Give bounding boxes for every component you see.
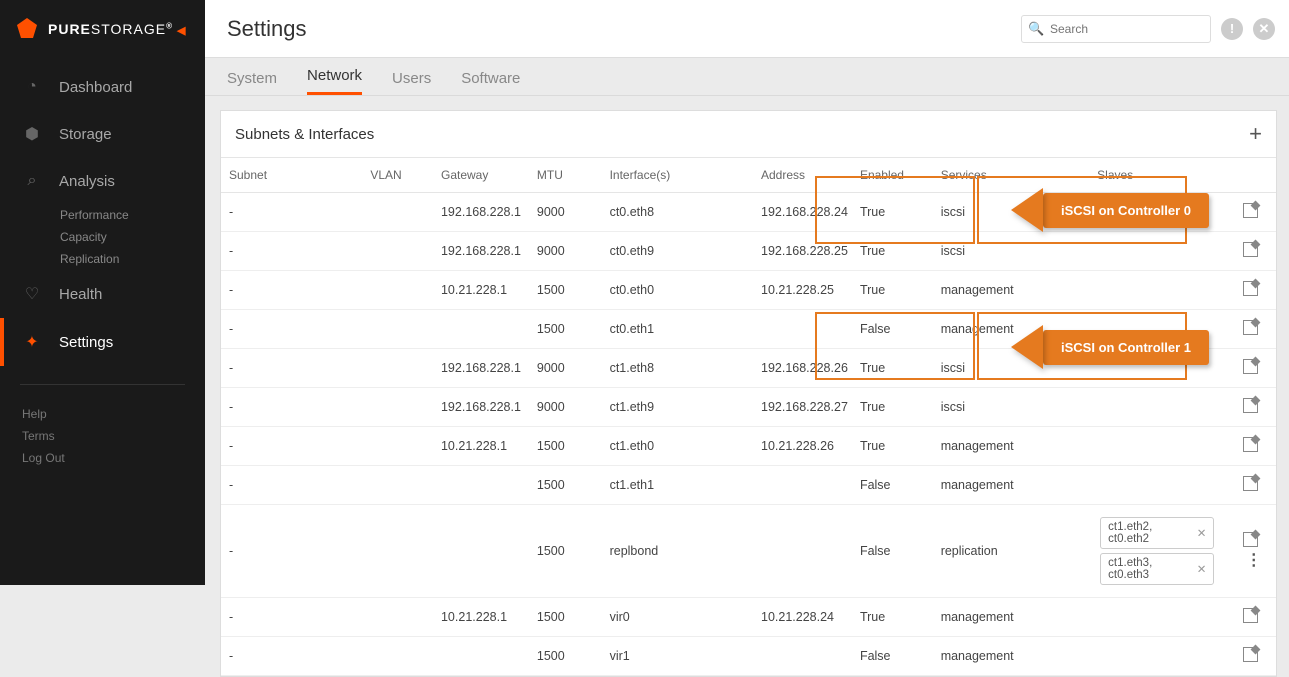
top-bar: Settings 🔍 ! ✕ [205,0,1289,58]
callout-controller-0: iSCSI on Controller 0 [1011,188,1209,232]
col-interface: Interface(s) [602,158,753,193]
page-title: Settings [227,16,307,42]
heart-icon: ♡ [22,284,42,304]
sidebar-link-help[interactable]: Help [22,403,183,425]
table-row: -1500ct1.eth1Falsemanagement [221,466,1276,505]
tab-system[interactable]: System [227,70,277,95]
callout-controller-1: iSCSI on Controller 1 [1011,325,1209,369]
slave-pill[interactable]: ct1.eth2, ct0.eth2 ✕ [1100,517,1214,549]
settings-tabs: System Network Users Software [205,58,1289,96]
search-input[interactable] [1021,15,1211,43]
sidebar-item-settings[interactable]: ✦Settings [0,318,205,366]
more-icon[interactable]: ⋮ [1246,550,1262,570]
interfaces-table: Subnet VLAN Gateway MTU Interface(s) Add… [221,158,1276,676]
remove-icon[interactable]: ✕ [1197,526,1207,540]
edit-icon[interactable] [1243,320,1258,335]
tab-software[interactable]: Software [461,70,520,95]
edit-icon[interactable] [1243,242,1258,257]
table-row: -10.21.228.11500ct0.eth010.21.228.25True… [221,271,1276,310]
edit-icon[interactable] [1243,203,1258,218]
sidebar-item-storage[interactable]: ⬢Storage [0,110,205,158]
brand-icon [14,16,40,42]
col-gateway: Gateway [433,158,529,193]
table-row: -10.21.228.11500ct1.eth010.21.228.26True… [221,427,1276,466]
col-enabled: Enabled [852,158,933,193]
sidebar-link-logout[interactable]: Log Out [22,447,183,469]
col-address: Address [753,158,852,193]
sidebar-item-analysis[interactable]: ⌕Analysis [0,158,205,204]
sidebar-item-performance[interactable]: Performance [0,204,205,226]
slave-pill[interactable]: ct1.eth3, ct0.eth3 ✕ [1100,553,1214,585]
tab-network[interactable]: Network [307,67,362,95]
col-mtu: MTU [529,158,602,193]
sidebar: PURESTORAGE®◀ ◔Dashboard ⬢Storage ⌕Analy… [0,0,205,585]
edit-icon[interactable] [1243,532,1258,547]
edit-icon[interactable] [1243,281,1258,296]
sidebar-item-dashboard[interactable]: ◔Dashboard [0,64,205,110]
storage-icon: ⬢ [22,124,42,144]
add-button[interactable]: + [1249,121,1262,147]
brand-text: PURESTORAGE®◀ [48,21,186,37]
edit-icon[interactable] [1243,437,1258,452]
edit-icon[interactable] [1243,476,1258,491]
gear-icon: ✦ [22,332,42,352]
sidebar-item-replication[interactable]: Replication [0,248,205,270]
tab-users[interactable]: Users [392,70,431,95]
close-icon[interactable]: ✕ [1253,18,1275,40]
brand-logo: PURESTORAGE®◀ [0,0,205,58]
table-row: -10.21.228.11500vir010.21.228.24Truemana… [221,598,1276,637]
edit-icon[interactable] [1243,398,1258,413]
search-icon: ⌕ [22,172,42,190]
edit-icon[interactable] [1243,359,1258,374]
edit-icon[interactable] [1243,608,1258,623]
remove-icon[interactable]: ✕ [1197,562,1207,576]
col-subnet: Subnet [221,158,362,193]
col-vlan: VLAN [362,158,433,193]
table-row: -192.168.228.19000ct0.eth9192.168.228.25… [221,232,1276,271]
edit-icon[interactable] [1243,647,1258,662]
table-row: -1500vir1Falsemanagement [221,637,1276,676]
gauge-icon: ◔ [22,78,42,96]
sidebar-link-terms[interactable]: Terms [22,425,183,447]
search-box: 🔍 [1021,15,1211,43]
search-icon: 🔍 [1028,21,1044,37]
table-row: -1500replbondFalsereplicationct1.eth2, c… [221,505,1276,598]
panel-title: Subnets & Interfaces [235,126,374,143]
sidebar-item-health[interactable]: ♡Health [0,270,205,318]
alert-icon[interactable]: ! [1221,18,1243,40]
table-row: -192.168.228.19000ct1.eth9192.168.228.27… [221,388,1276,427]
sidebar-item-capacity[interactable]: Capacity [0,226,205,248]
